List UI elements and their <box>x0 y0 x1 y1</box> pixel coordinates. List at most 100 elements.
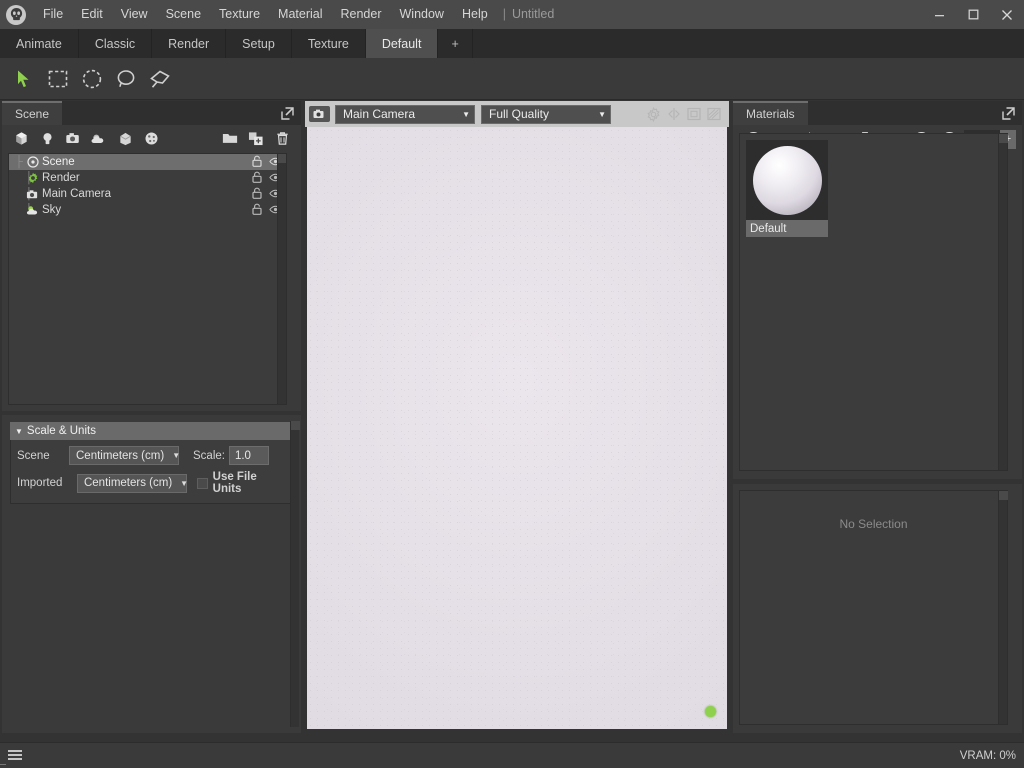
materials-scrollbar[interactable] <box>998 134 1007 470</box>
scene-tree-label-main-camera: Main Camera <box>42 188 111 200</box>
menu-item-edit[interactable]: Edit <box>72 0 112 29</box>
menu-item-render[interactable]: Render <box>332 0 391 29</box>
checker-background-icon[interactable] <box>705 106 722 123</box>
imported-unit-label: Imported <box>17 477 77 489</box>
imported-unit-select[interactable]: Centimeters (cm) ▼ <box>77 474 187 493</box>
scene-tree[interactable]: ├ Scene ├ Rende <box>8 153 287 405</box>
lock-icon[interactable] <box>252 187 262 202</box>
panel-tab-materials[interactable]: Materials <box>733 101 808 125</box>
new-folder-icon[interactable] <box>217 127 243 149</box>
viewport-quality-select[interactable]: Full Quality ▼ <box>481 105 611 124</box>
close-button[interactable] <box>990 0 1024 29</box>
workspace-tab-animate[interactable]: Animate <box>0 29 79 58</box>
skull-logo-icon <box>6 5 26 25</box>
materials-panel-expand-icon[interactable] <box>1000 105 1016 121</box>
add-camera-icon[interactable] <box>60 127 86 149</box>
add-backdrop-icon[interactable] <box>112 127 138 149</box>
material-item-default[interactable]: Default <box>746 140 828 237</box>
hamburger-menu-icon[interactable] <box>8 750 22 762</box>
workspace-tab-bar: Animate Classic Render Setup Texture Def… <box>0 29 1024 58</box>
camera-icon <box>309 106 330 122</box>
scale-panel-scrollbar[interactable] <box>290 421 299 727</box>
delete-icon[interactable] <box>269 127 295 149</box>
tree-branch-glyph: ├ <box>13 156 25 168</box>
add-workspace-tab-button[interactable]: + <box>438 29 472 58</box>
scale-input[interactable]: 1.0 <box>229 446 269 465</box>
workspace-tab-texture[interactable]: Texture <box>292 29 366 58</box>
render-gear-icon <box>25 171 40 185</box>
scene-panel: Scene <box>2 101 301 411</box>
menu-separator: | <box>497 0 512 29</box>
lock-icon[interactable] <box>252 155 262 170</box>
scale-value: 1.0 <box>235 450 251 462</box>
status-bar: >_ VRAM: 0% <box>0 742 1024 768</box>
viewport-panel: Main Camera ▼ Full Quality ▼ <box>305 101 729 739</box>
menu-item-file[interactable]: File <box>34 0 72 29</box>
scene-panel-expand-icon[interactable] <box>279 105 295 121</box>
imported-unit-value: Centimeters (cm) <box>84 477 172 489</box>
menu-item-help[interactable]: Help <box>453 0 497 29</box>
material-thumbnail[interactable] <box>746 140 828 220</box>
select-tool-bar <box>0 58 1024 100</box>
lasso-select-tool-icon[interactable] <box>110 64 142 94</box>
use-file-units-checkbox[interactable] <box>197 478 208 489</box>
scrollbar-thumb[interactable] <box>291 421 300 430</box>
menu-item-material[interactable]: Material <box>269 0 331 29</box>
add-light-icon[interactable] <box>34 127 60 149</box>
chevron-down-icon[interactable]: ▼ <box>15 427 23 436</box>
stereo-split-view-icon[interactable] <box>665 106 682 123</box>
materials-panel-tabstrip: Materials <box>733 101 1022 125</box>
scene-tree-scrollbar[interactable] <box>277 154 286 404</box>
panel-tab-scene[interactable]: Scene <box>2 101 62 125</box>
vram-status-label: VRAM: 0% <box>960 750 1016 762</box>
viewport-canvas[interactable] <box>307 127 727 729</box>
viewport-settings-gear-icon[interactable] <box>645 106 662 123</box>
menu-item-window[interactable]: Window <box>391 0 453 29</box>
scene-toolbar <box>2 125 301 151</box>
console-prompt[interactable]: >_ <box>0 757 6 768</box>
scale-units-section-header[interactable]: ▼ Scale & Units <box>10 422 293 440</box>
tree-branch-glyph: ├ <box>13 172 25 184</box>
scale-units-body: Scene Centimeters (cm) ▼ Scale: 1.0 Impo… <box>10 440 293 504</box>
materials-grid[interactable]: Default <box>739 133 1008 471</box>
selection-scrollbar[interactable] <box>998 491 1007 724</box>
material-sphere-preview <box>753 146 822 215</box>
ellipse-marquee-tool-icon[interactable] <box>76 64 108 94</box>
window-controls <box>922 0 1024 29</box>
add-material-icon[interactable] <box>138 127 164 149</box>
scene-tree-row-main-camera[interactable]: ├ Main Camera <box>9 186 286 202</box>
scene-unit-select[interactable]: Centimeters (cm) ▼ <box>69 446 179 465</box>
menu-item-scene[interactable]: Scene <box>157 0 210 29</box>
imported-unit-row: Imported Centimeters (cm) ▼ Use File Uni… <box>17 471 286 495</box>
maximize-button[interactable] <box>956 0 990 29</box>
selection-empty-state: No Selection <box>739 490 1008 725</box>
scrollbar-thumb[interactable] <box>999 491 1008 500</box>
menu-item-texture[interactable]: Texture <box>210 0 269 29</box>
menu-item-view[interactable]: View <box>112 0 157 29</box>
viewport-header: Main Camera ▼ Full Quality ▼ <box>305 101 729 127</box>
scene-unit-label: Scene <box>17 450 69 462</box>
polygon-lasso-tool-icon[interactable] <box>144 64 176 94</box>
no-selection-text: No Selection <box>839 517 907 531</box>
scene-tree-row-render[interactable]: ├ Render <box>9 170 286 186</box>
sky-icon <box>25 203 40 217</box>
rectangle-marquee-tool-icon[interactable] <box>42 64 74 94</box>
tree-branch-glyph: └ <box>13 204 25 216</box>
workspace-tab-render[interactable]: Render <box>152 29 226 58</box>
scrollbar-thumb[interactable] <box>278 154 287 163</box>
workspace-tab-setup[interactable]: Setup <box>226 29 292 58</box>
pointer-select-tool-icon[interactable] <box>8 64 40 94</box>
lock-icon[interactable] <box>252 171 262 186</box>
workspace-tab-classic[interactable]: Classic <box>79 29 152 58</box>
minimize-button[interactable] <box>922 0 956 29</box>
scrollbar-thumb[interactable] <box>999 134 1008 143</box>
add-sky-icon[interactable] <box>86 127 112 149</box>
duplicate-icon[interactable] <box>243 127 269 149</box>
scene-tree-row-scene[interactable]: ├ Scene <box>9 154 286 170</box>
frame-selection-icon[interactable] <box>685 106 702 123</box>
scene-tree-row-sky[interactable]: └ Sky <box>9 202 286 218</box>
viewport-camera-select[interactable]: Main Camera ▼ <box>335 105 475 124</box>
lock-icon[interactable] <box>252 203 262 218</box>
workspace-tab-default[interactable]: Default <box>366 29 439 58</box>
add-primitive-icon[interactable] <box>8 127 34 149</box>
